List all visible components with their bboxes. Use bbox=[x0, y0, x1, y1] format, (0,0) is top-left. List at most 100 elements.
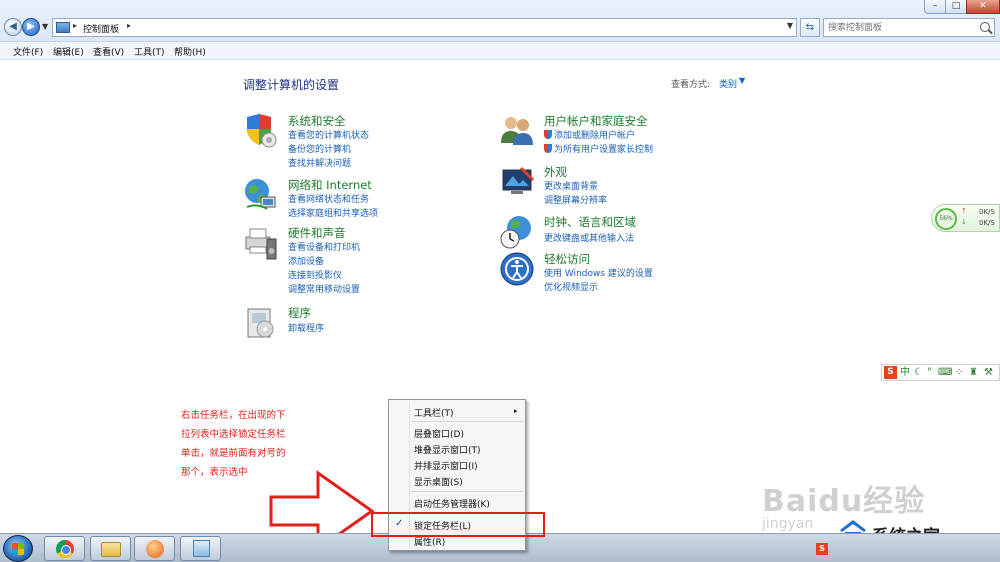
link-mobility-settings[interactable]: 调整常用移动设置 bbox=[288, 282, 360, 295]
search-input[interactable] bbox=[828, 21, 974, 35]
appearance-monitor-icon[interactable] bbox=[499, 164, 535, 200]
back-arrow-icon: ◀ bbox=[9, 21, 17, 32]
ctx-toolbars[interactable]: 工具栏(T) bbox=[414, 406, 454, 419]
search-icon[interactable] bbox=[980, 22, 990, 32]
refresh-icon: ⇆ bbox=[805, 22, 815, 33]
punctuation-icon[interactable]: ° bbox=[927, 366, 932, 379]
close-button[interactable]: ✕ bbox=[966, 0, 1000, 14]
skin-icon[interactable]: ♜ bbox=[969, 366, 978, 379]
app-orange-icon bbox=[146, 540, 164, 558]
ease-of-access-icon[interactable] bbox=[499, 251, 535, 287]
menu-edit[interactable]: 编辑(E) bbox=[53, 45, 84, 58]
link-screen-resolution[interactable]: 调整屏幕分辨率 bbox=[544, 193, 607, 206]
search-box[interactable] bbox=[823, 18, 995, 37]
menu-file[interactable]: 文件(F) bbox=[13, 45, 43, 58]
link-add-device[interactable]: 添加设备 bbox=[288, 254, 324, 267]
ctx-show-desktop[interactable]: 显示桌面(S) bbox=[414, 475, 463, 488]
menu-separator bbox=[411, 421, 523, 422]
menu-view[interactable]: 查看(V) bbox=[93, 45, 124, 58]
wrench-icon[interactable]: ⚒ bbox=[984, 366, 993, 379]
forward-arrow-icon: ▶ bbox=[27, 21, 35, 32]
link-devices-printers[interactable]: 查看设备和打印机 bbox=[288, 240, 360, 253]
network-speed-widget[interactable]: 56% ↑ ↓ 0K/S 0K/S bbox=[931, 204, 1000, 232]
taskbar-control-panel[interactable] bbox=[180, 536, 221, 561]
control-panel-icon bbox=[56, 22, 70, 33]
ctx-side-by-side[interactable]: 并排显示窗口(I) bbox=[414, 459, 478, 472]
clock-globe-icon[interactable] bbox=[499, 214, 535, 250]
link-homegroup-sharing[interactable]: 选择家庭组和共享选项 bbox=[288, 206, 378, 219]
users-icon[interactable] bbox=[499, 113, 535, 149]
view-by-caret-icon[interactable]: ▼ bbox=[739, 76, 745, 85]
address-dropdown-icon[interactable]: ▼ bbox=[787, 21, 793, 30]
address-bar-area: ◀ ▶ ▼ ▸ 控制面板 ▸ ▼ ⇆ – □ ✕ bbox=[0, 0, 1000, 42]
category-title-system[interactable]: 系统和安全 bbox=[288, 113, 346, 129]
programs-box-icon[interactable] bbox=[243, 305, 279, 341]
link-change-background[interactable]: 更改桌面背景 bbox=[544, 179, 598, 192]
menu-bar: 文件(F) 编辑(E) 查看(V) 工具(T) 帮助(H) bbox=[0, 42, 1000, 60]
link-parental-controls-label: 为所有用户设置家长控制 bbox=[554, 145, 654, 155]
taskbar-explorer[interactable] bbox=[90, 536, 131, 561]
breadcrumb-chevron-icon[interactable]: ▸ bbox=[127, 21, 131, 30]
category-title-hardware[interactable]: 硬件和声音 bbox=[288, 225, 346, 241]
category-title-appearance[interactable]: 外观 bbox=[544, 164, 567, 180]
start-button[interactable] bbox=[3, 535, 33, 562]
recent-pages-dropdown-icon[interactable]: ▼ bbox=[42, 22, 48, 31]
link-add-remove-accounts[interactable]: 添加或删除用户帐户 bbox=[544, 128, 635, 141]
ctx-cascade-windows[interactable]: 层叠窗口(D) bbox=[414, 427, 464, 440]
download-speed: 0K/S bbox=[979, 219, 995, 227]
link-backup-computer[interactable]: 备份您的计算机 bbox=[288, 142, 351, 155]
link-view-computer-status[interactable]: 查看您的计算机状态 bbox=[288, 128, 369, 141]
upload-speed: 0K/S bbox=[979, 208, 995, 216]
category-title-network[interactable]: 网络和 Internet bbox=[288, 177, 372, 193]
windows-logo-icon bbox=[12, 543, 24, 555]
link-uninstall-program[interactable]: 卸载程序 bbox=[288, 321, 324, 334]
taskbar-chrome[interactable] bbox=[44, 536, 85, 561]
ctx-stack-windows[interactable]: 堆叠显示窗口(T) bbox=[414, 443, 481, 456]
taskbar-app[interactable] bbox=[134, 536, 175, 561]
link-view-network-status[interactable]: 查看网络状态和任务 bbox=[288, 192, 369, 205]
ctx-task-manager[interactable]: 启动任务管理器(K) bbox=[414, 497, 490, 510]
breadcrumb-control-panel[interactable]: 控制面板 bbox=[83, 22, 119, 35]
dots-icon[interactable]: ⁘ bbox=[955, 366, 963, 379]
ime-mode-toggle[interactable]: 中 bbox=[900, 366, 910, 379]
security-shield-icon[interactable] bbox=[243, 113, 279, 149]
uac-shield-icon bbox=[544, 130, 552, 139]
link-optimize-display[interactable]: 优化视频显示 bbox=[544, 280, 598, 293]
address-field[interactable]: ▸ 控制面板 ▸ ▼ bbox=[52, 18, 797, 37]
network-globe-icon[interactable] bbox=[243, 177, 279, 213]
control-panel-window: ◀ ▶ ▼ ▸ 控制面板 ▸ ▼ ⇆ – □ ✕ 文件(F) 编辑(E) 查看(… bbox=[0, 0, 1000, 562]
link-windows-suggested-settings[interactable]: 使用 Windows 建议的设置 bbox=[544, 266, 653, 279]
link-change-keyboard[interactable]: 更改键盘或其他输入法 bbox=[544, 231, 634, 244]
maximize-button[interactable]: □ bbox=[945, 0, 967, 14]
chrome-icon bbox=[56, 540, 74, 558]
keyboard-icon[interactable]: ⌨ bbox=[938, 366, 952, 379]
minimize-button[interactable]: – bbox=[924, 0, 946, 14]
breadcrumb-chevron-icon[interactable]: ▸ bbox=[73, 21, 77, 30]
link-troubleshoot[interactable]: 查找并解决问题 bbox=[288, 156, 351, 169]
link-parental-controls[interactable]: 为所有用户设置家长控制 bbox=[544, 142, 653, 155]
upload-arrow-icon: ↑ bbox=[961, 207, 967, 215]
menu-tools[interactable]: 工具(T) bbox=[134, 45, 165, 58]
tray-ime-icon[interactable]: S bbox=[816, 543, 828, 555]
ime-toolbar[interactable]: S 中 ☾ ° ⌨ ⁘ ♜ ⚒ bbox=[881, 364, 1000, 381]
link-add-remove-accounts-label: 添加或删除用户帐户 bbox=[554, 131, 636, 141]
category-title-ease[interactable]: 轻松访问 bbox=[544, 251, 590, 267]
view-by-label: 查看方式: bbox=[671, 80, 711, 90]
forward-button[interactable]: ▶ bbox=[22, 18, 40, 36]
moon-icon[interactable]: ☾ bbox=[914, 366, 923, 379]
link-connect-projector[interactable]: 连接到投影仪 bbox=[288, 268, 342, 281]
back-button[interactable]: ◀ bbox=[4, 18, 22, 36]
view-by-dropdown[interactable]: 类别 bbox=[719, 77, 737, 90]
printer-icon[interactable] bbox=[243, 225, 279, 261]
category-title-clock[interactable]: 时钟、语言和区域 bbox=[544, 214, 636, 230]
sogou-logo-icon[interactable]: S bbox=[884, 366, 897, 379]
baidu-watermark: Baidu经验 bbox=[762, 484, 926, 519]
control-panel-icon bbox=[193, 540, 210, 557]
category-title-programs[interactable]: 程序 bbox=[288, 305, 311, 321]
download-arrow-icon: ↓ bbox=[961, 218, 967, 226]
refresh-button[interactable]: ⇆ bbox=[800, 18, 820, 37]
menu-help[interactable]: 帮助(H) bbox=[174, 45, 206, 58]
uac-shield-icon bbox=[544, 144, 552, 153]
page-title: 调整计算机的设置 bbox=[243, 78, 340, 92]
category-title-users[interactable]: 用户帐户和家庭安全 bbox=[544, 113, 648, 129]
